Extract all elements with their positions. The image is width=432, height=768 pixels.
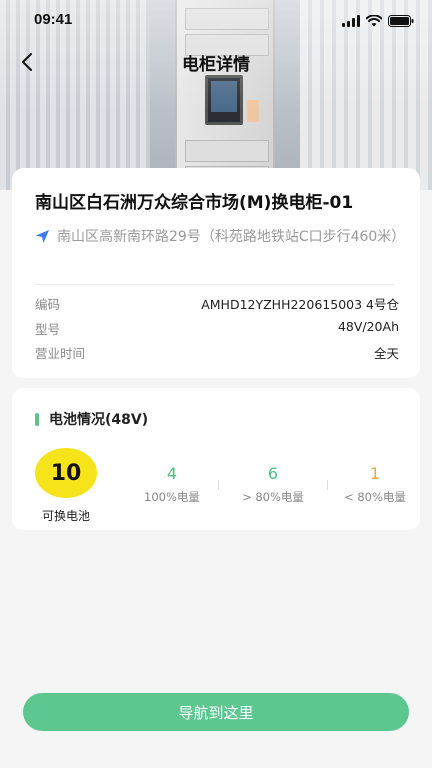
cellular-signal-icon bbox=[342, 15, 360, 27]
divider bbox=[35, 284, 395, 285]
wifi-icon bbox=[366, 15, 382, 27]
swappable-count-badge: 10 bbox=[35, 448, 97, 498]
stat-label: 100%电量 bbox=[144, 490, 200, 504]
detail-row-hours: 营业时间 全天 bbox=[35, 343, 399, 362]
station-address[interactable]: 南山区高新南环路29号（科苑路地铁站C口步行460米） bbox=[35, 227, 407, 248]
battery-section-title: 电池情况(48V) bbox=[49, 412, 149, 428]
status-time: 09:41 bbox=[34, 11, 73, 28]
section-accent-bar bbox=[35, 412, 39, 426]
detail-label: 型号 bbox=[35, 322, 61, 337]
detail-label: 编码 bbox=[35, 297, 61, 312]
station-address-text: 南山区高新南环路29号（科苑路地铁站C口步行460米） bbox=[57, 229, 406, 245]
detail-row-code: 编码 AMHD12YZHH220615003 4号仓 bbox=[35, 294, 399, 313]
detail-value: 48V/20Ah bbox=[337, 319, 399, 334]
stat-full: 4 100%电量 bbox=[126, 464, 218, 505]
stat-count: 4 bbox=[166, 464, 178, 483]
stat-separator bbox=[327, 480, 328, 490]
stat-above-80: 6 > 80%电量 bbox=[227, 464, 319, 505]
stat-count: 6 bbox=[267, 464, 279, 483]
status-bar: 09:41 bbox=[0, 0, 432, 40]
detail-value: AMHD12YZHH220615003 4号仓 bbox=[201, 297, 399, 312]
stat-label: > 80%电量 bbox=[242, 490, 304, 504]
stat-count: 1 bbox=[369, 464, 381, 483]
location-arrow-icon bbox=[36, 230, 49, 243]
station-name: 南山区白石洲万众综合市场(M)换电柜-01 bbox=[35, 193, 354, 213]
stat-label: < 80%电量 bbox=[344, 490, 406, 504]
detail-label: 营业时间 bbox=[35, 346, 86, 361]
station-info-card: 南山区白石洲万众综合市场(M)换电柜-01 南山区高新南环路29号（科苑路地铁站… bbox=[12, 168, 420, 378]
swappable-label: 可换电池 bbox=[41, 509, 90, 523]
detail-value: 全天 bbox=[373, 346, 399, 361]
battery-status-icon bbox=[388, 15, 414, 27]
battery-status-card: 电池情况(48V) 10 可换电池 4 100%电量 6 > 80%电量 1 <… bbox=[12, 388, 420, 530]
photo-cabinet-door bbox=[185, 140, 269, 162]
navigate-here-button[interactable]: 导航到这里 bbox=[23, 693, 409, 731]
stat-below-80: 1 < 80%电量 bbox=[329, 464, 421, 505]
stat-separator bbox=[218, 480, 219, 490]
section-header: 电池情况(48V) bbox=[35, 409, 148, 429]
detail-row-model: 型号 48V/20Ah bbox=[35, 319, 399, 338]
page-title: 电柜详情 bbox=[182, 55, 250, 75]
